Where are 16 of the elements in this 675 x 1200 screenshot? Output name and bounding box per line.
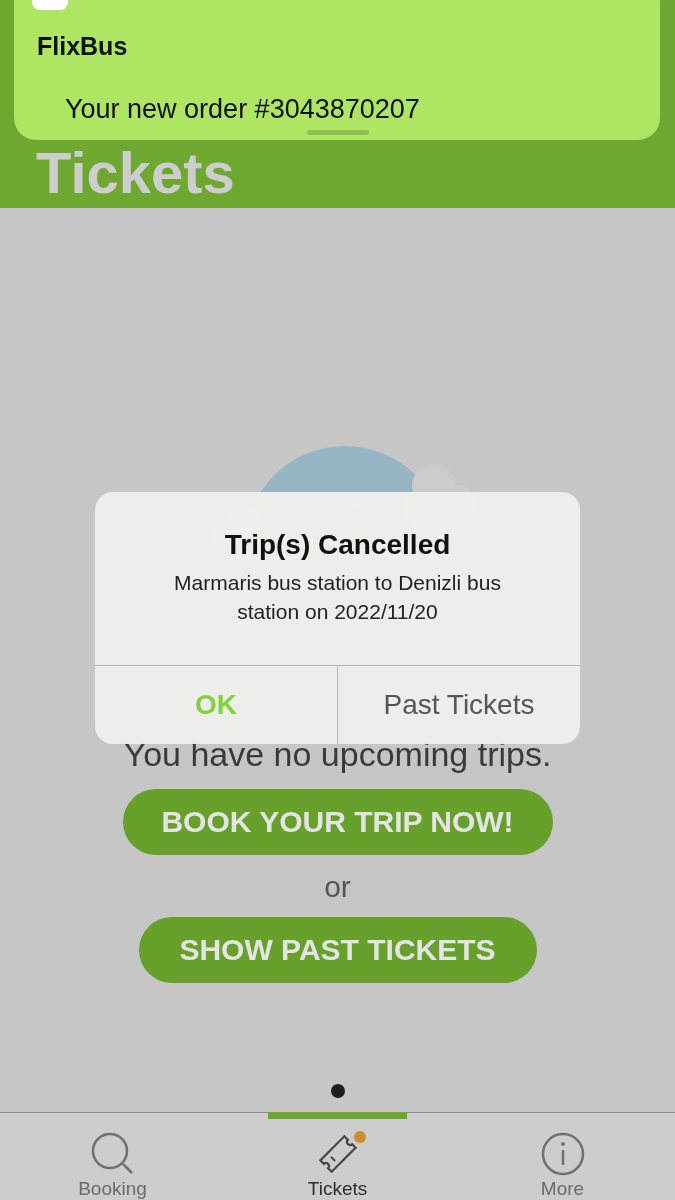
dialog-title: Trip(s) Cancelled	[223, 528, 452, 562]
page-dot[interactable]	[330, 1084, 345, 1098]
notification-app-name: FlixBus	[37, 31, 128, 62]
info-icon	[539, 1131, 586, 1177]
notification-message: Your new order #3043870207	[65, 94, 420, 126]
or-separator: or	[324, 868, 351, 905]
book-trip-button[interactable]: BOOK YOUR TRIP NOW!	[122, 788, 553, 855]
tab-bar-item[interactable]: Tickets	[225, 1113, 450, 1200]
show-past-tickets-button[interactable]: SHOW PAST TICKETS	[138, 916, 537, 983]
dialog-button[interactable]: Past Tickets	[337, 666, 580, 744]
dialog-message: Marmaris bus station to Denizli bus station on 2022/11/20	[173, 569, 502, 625]
tab-bar-item[interactable]: Booking	[0, 1113, 225, 1200]
tab-bar-item[interactable]: More	[450, 1113, 675, 1200]
notification-banner[interactable]: FlixBus Your new order #3043870207	[14, 0, 660, 140]
page-title: Tickets	[36, 144, 235, 202]
grabber-handle[interactable]	[307, 130, 369, 135]
